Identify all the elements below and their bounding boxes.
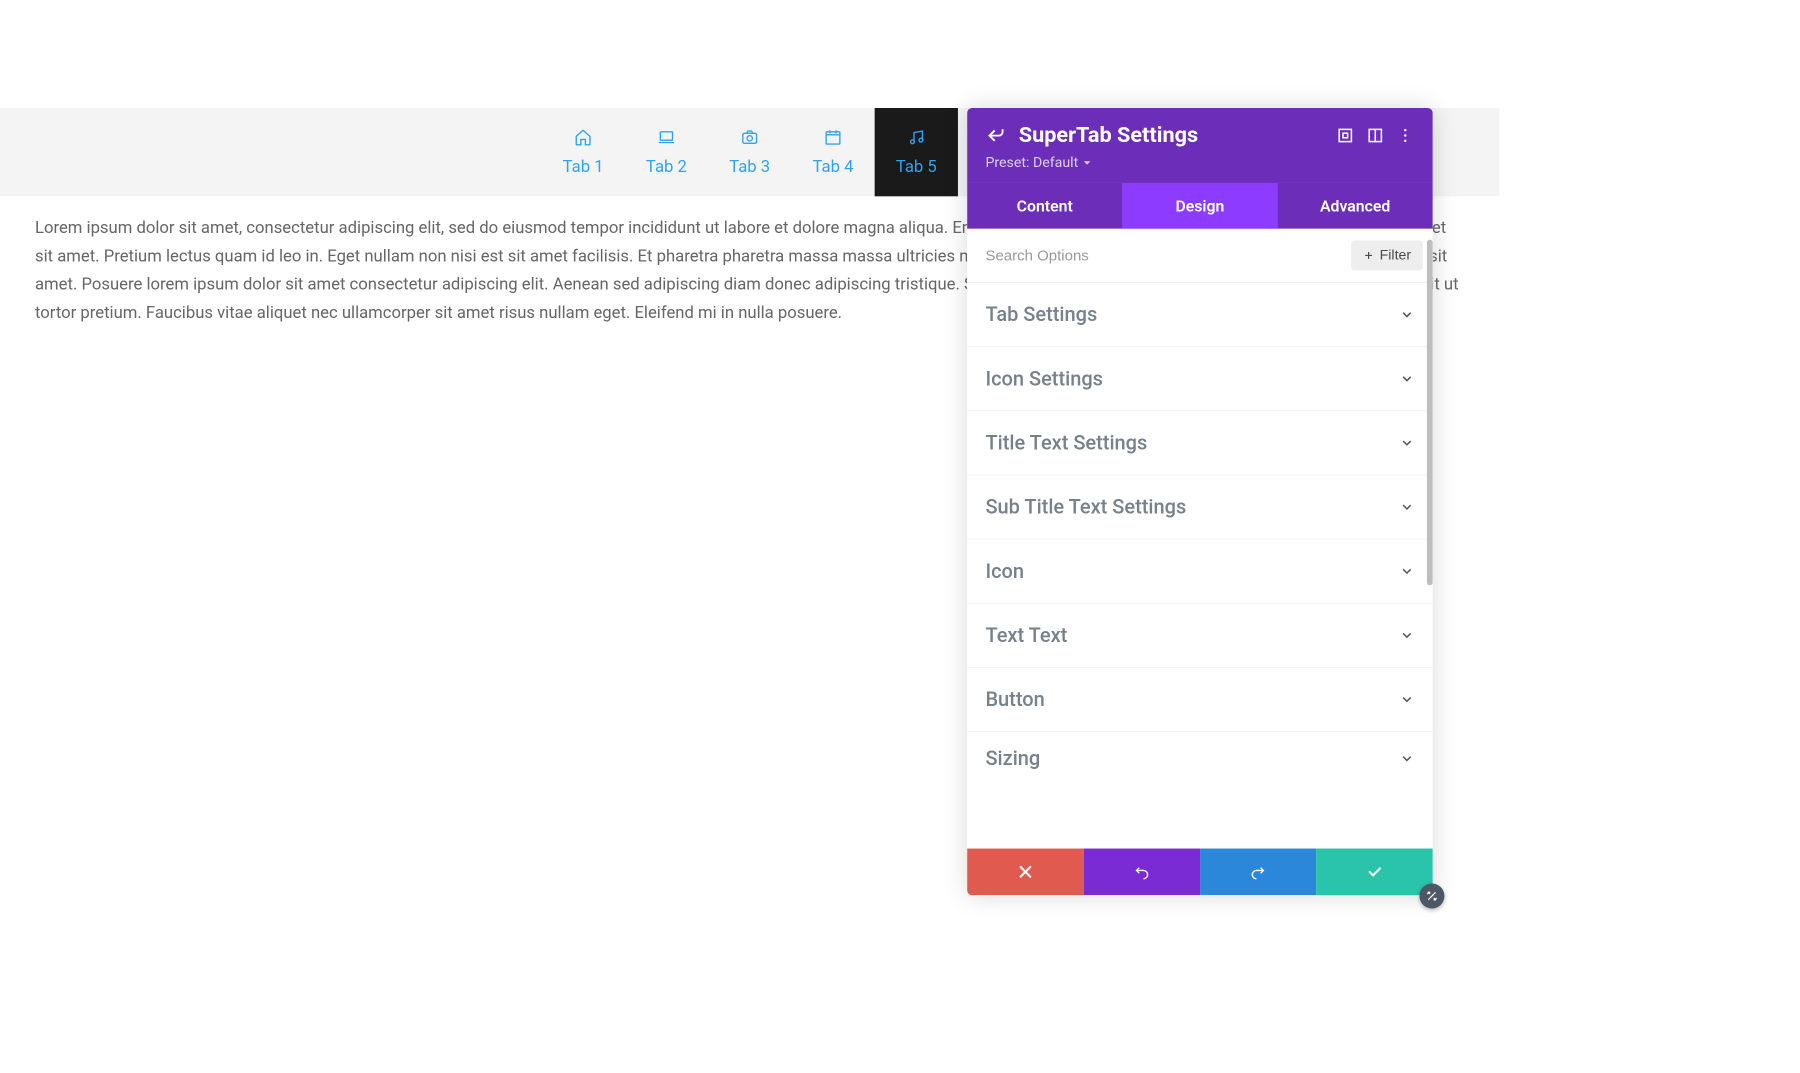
layout-icon[interactable]	[1366, 126, 1384, 144]
panel-header: SuperTab Settings Preset: Default	[967, 108, 1433, 183]
tab-label: Tab 3	[729, 156, 770, 176]
camera-icon	[741, 128, 759, 146]
chevron-down-icon	[1399, 435, 1414, 450]
search-row: Filter	[967, 229, 1433, 283]
tab-4[interactable]: Tab 4	[791, 108, 874, 196]
music-icon	[907, 128, 925, 146]
redo-icon	[1250, 864, 1267, 881]
caret-down-icon	[1083, 159, 1091, 167]
close-button[interactable]	[967, 849, 1083, 896]
chevron-down-icon	[1399, 371, 1414, 386]
panel-tab-design[interactable]: Design	[1122, 183, 1277, 229]
tab-2[interactable]: Tab 2	[625, 108, 708, 196]
chevron-down-icon	[1399, 692, 1414, 707]
section-tab-settings[interactable]: Tab Settings	[967, 283, 1433, 347]
section-title: Tab Settings	[985, 303, 1097, 326]
section-sizing[interactable]: Sizing	[967, 732, 1433, 780]
save-button[interactable]	[1316, 849, 1432, 896]
sections-list: Tab Settings Icon Settings Title Text Se…	[967, 283, 1433, 849]
section-icon[interactable]: Icon	[967, 539, 1433, 603]
section-title-text-settings[interactable]: Title Text Settings	[967, 411, 1433, 475]
filter-label: Filter	[1380, 247, 1411, 264]
tab-label: Tab 2	[646, 156, 687, 176]
section-title: Title Text Settings	[985, 431, 1147, 454]
tab-label: Tab 4	[813, 156, 854, 176]
preset-selector[interactable]: Preset: Default	[985, 155, 1414, 172]
close-icon	[1017, 864, 1034, 881]
tab-1[interactable]: Tab 1	[541, 108, 624, 196]
section-title: Sizing	[985, 747, 1040, 770]
section-subtitle-text-settings[interactable]: Sub Title Text Settings	[967, 475, 1433, 539]
section-button[interactable]: Button	[967, 668, 1433, 732]
tab-3[interactable]: Tab 3	[708, 108, 791, 196]
chevron-down-icon	[1399, 500, 1414, 515]
tab-5[interactable]: Tab 5	[875, 108, 958, 196]
section-title: Button	[985, 688, 1044, 711]
calendar-icon	[824, 128, 842, 146]
section-title: Icon	[985, 559, 1024, 582]
settings-panel: SuperTab Settings Preset: Default Conten…	[967, 108, 1433, 895]
check-icon	[1366, 864, 1383, 881]
panel-title: SuperTab Settings	[1019, 123, 1325, 148]
chevron-down-icon	[1399, 628, 1414, 643]
laptop-icon	[657, 128, 675, 146]
section-title: Sub Title Text Settings	[985, 495, 1186, 518]
back-icon[interactable]	[985, 123, 1007, 148]
section-title: Icon Settings	[985, 367, 1103, 390]
panel-tab-content[interactable]: Content	[967, 183, 1122, 229]
more-icon[interactable]	[1396, 126, 1414, 144]
section-icon-settings[interactable]: Icon Settings	[967, 347, 1433, 411]
preset-label: Preset: Default	[985, 155, 1078, 172]
plus-icon	[1363, 250, 1375, 262]
undo-button[interactable]	[1084, 849, 1200, 896]
scrollbar[interactable]	[1427, 240, 1433, 586]
chevron-down-icon	[1399, 307, 1414, 322]
resize-icon	[1425, 889, 1438, 902]
search-options-input[interactable]	[985, 247, 1351, 264]
section-text-text[interactable]: Text Text	[967, 604, 1433, 668]
panel-tab-advanced[interactable]: Advanced	[1278, 183, 1433, 229]
redo-button[interactable]	[1200, 849, 1316, 896]
chevron-down-icon	[1399, 564, 1414, 579]
panel-footer	[967, 849, 1433, 896]
filter-button[interactable]: Filter	[1351, 240, 1422, 270]
panel-tabs: Content Design Advanced	[967, 183, 1433, 229]
undo-icon	[1133, 864, 1150, 881]
expand-icon[interactable]	[1336, 126, 1354, 144]
resize-handle[interactable]	[1419, 884, 1444, 909]
tab-label: Tab 1	[563, 156, 604, 176]
chevron-down-icon	[1399, 751, 1414, 766]
section-title: Text Text	[985, 624, 1067, 647]
tab-label: Tab 5	[896, 156, 937, 176]
home-icon	[574, 128, 592, 146]
